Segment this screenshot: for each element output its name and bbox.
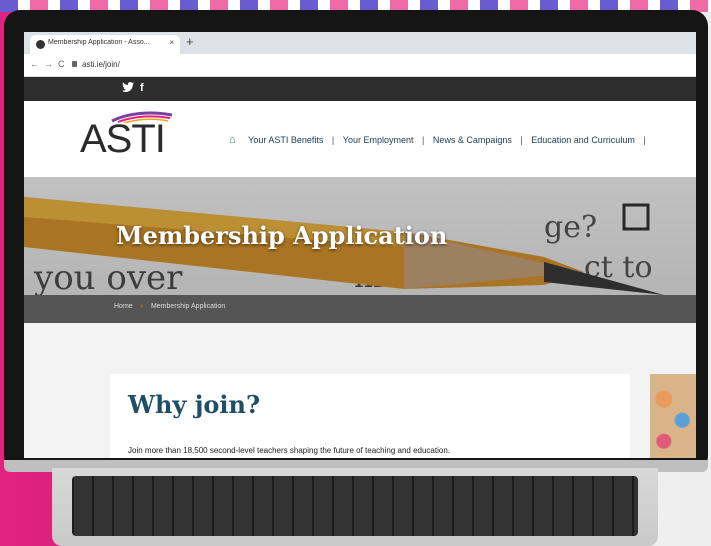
- nav-separator: |: [331, 135, 335, 145]
- back-icon[interactable]: ←: [30, 59, 39, 69]
- twitter-icon[interactable]: [122, 82, 134, 95]
- browser-tab[interactable]: Membership Application - Asso... ×: [30, 35, 180, 54]
- close-icon[interactable]: ×: [169, 38, 174, 47]
- laptop-bezel: Membership Application - Asso... × + ← →…: [4, 10, 708, 472]
- nav-item-education[interactable]: Education and Curriculum: [531, 135, 635, 145]
- favicon-icon: [36, 40, 45, 49]
- nav-item-employment[interactable]: Your Employment: [343, 135, 414, 145]
- nav-separator: |: [422, 135, 425, 145]
- breadcrumb-current: Membership Application: [150, 303, 226, 310]
- main-nav: ⌂ Your ASTI Benefits | Your Employment |…: [229, 134, 652, 146]
- breadcrumb-arrow-icon: ›: [140, 303, 143, 310]
- tab-bar: Membership Application - Asso... × +: [24, 32, 696, 54]
- forward-icon[interactable]: →: [44, 59, 53, 69]
- social-bar: f: [24, 77, 696, 101]
- url-input[interactable]: asti.ie/join/: [82, 60, 120, 69]
- breadcrumb: Home › Membership Application: [24, 295, 696, 323]
- breadcrumb-home[interactable]: Home: [114, 303, 133, 310]
- browser-screen: Membership Application - Asso... × + ← →…: [24, 32, 696, 458]
- facebook-icon[interactable]: f: [140, 82, 144, 94]
- colored-pencils-image: [650, 374, 696, 458]
- address-bar: ← → C asti.ie/join/: [24, 54, 696, 77]
- nav-separator: |: [643, 135, 646, 145]
- asti-logo[interactable]: ASTI: [80, 117, 166, 162]
- keyboard: [72, 476, 638, 536]
- hero-banner: you over ment is ge? ct to Membership Ap…: [24, 177, 696, 295]
- home-icon[interactable]: ⌂: [229, 134, 236, 146]
- nav-separator: |: [520, 135, 523, 145]
- new-tab-button[interactable]: +: [186, 35, 194, 49]
- tab-title: Membership Application - Asso...: [48, 39, 150, 46]
- reload-icon[interactable]: C: [58, 59, 65, 69]
- nav-item-news[interactable]: News & Campaigns: [433, 135, 512, 145]
- join-text: Join more than 18,500 second-level teach…: [128, 446, 450, 455]
- lock-icon: [72, 61, 77, 67]
- why-join-card: Why join? Join more than 18,500 second-l…: [110, 374, 630, 458]
- why-join-heading: Why join?: [128, 390, 261, 419]
- nav-item-benefits[interactable]: Your ASTI Benefits: [248, 135, 323, 145]
- page-title: Membership Application: [116, 221, 448, 250]
- site-header: ASTI ⌂ Your ASTI Benefits | Your Employm…: [24, 101, 696, 177]
- main-content: Why join? Join more than 18,500 second-l…: [24, 323, 696, 458]
